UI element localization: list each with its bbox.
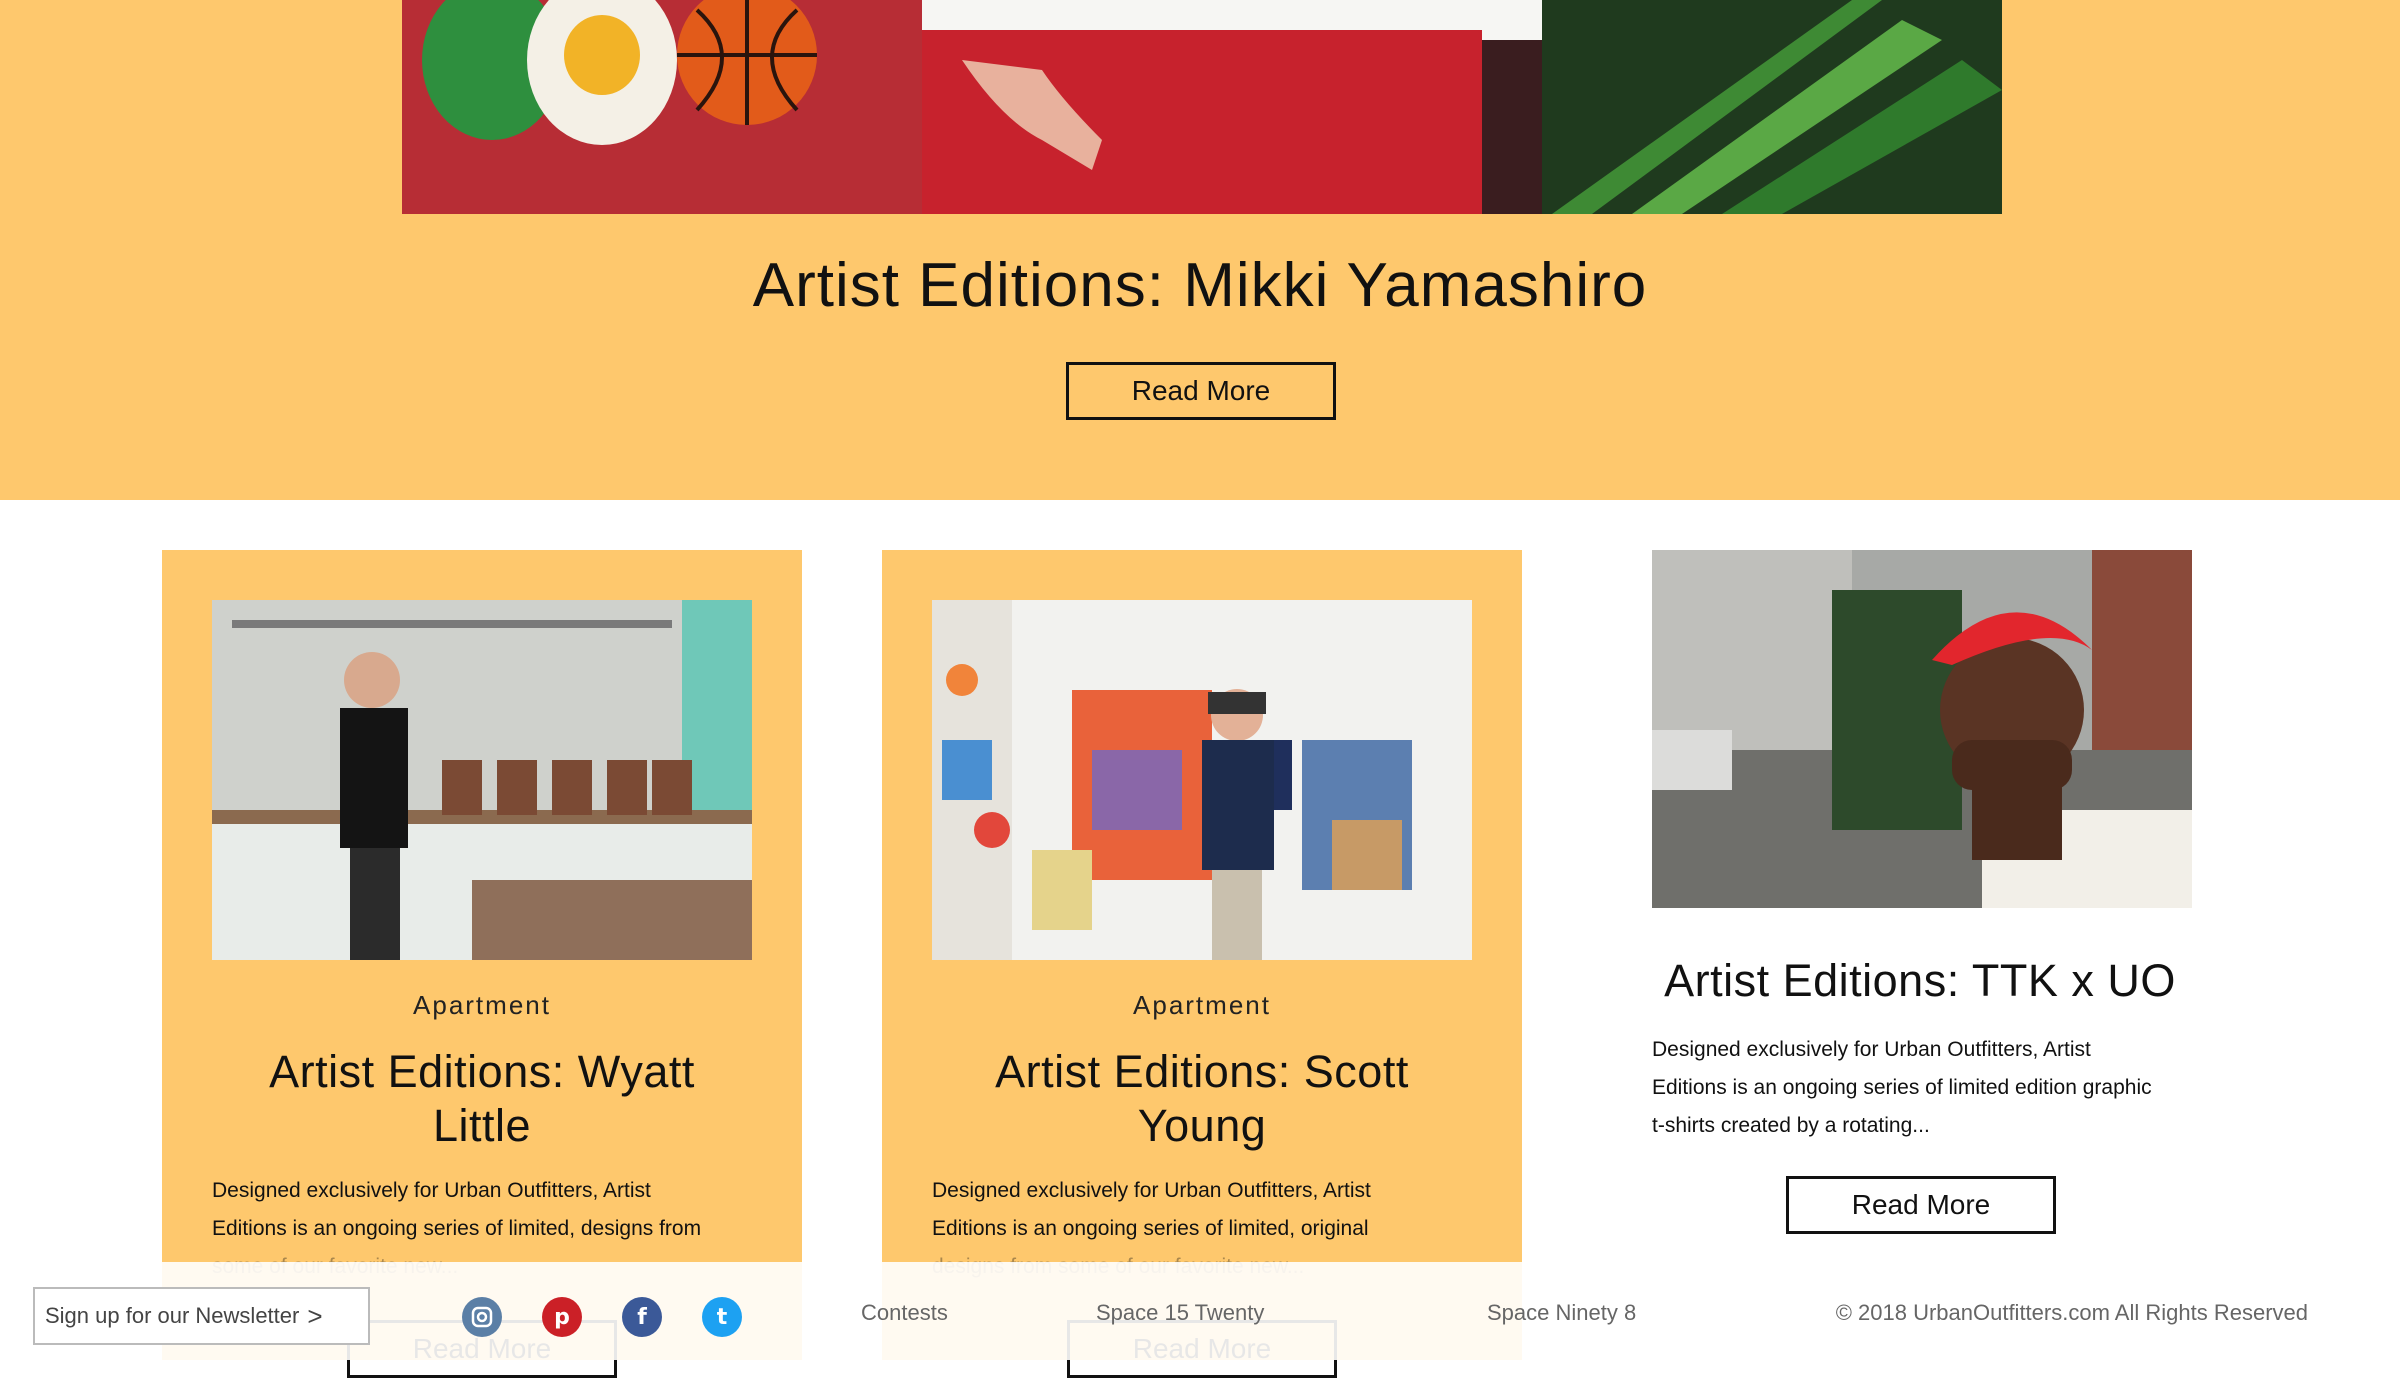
article-title-line: Artist Editions: Wyatt [269,1046,695,1097]
article-category[interactable]: Apartment [162,990,802,1021]
facebook-icon[interactable]: f [622,1297,662,1337]
newsletter-signup-button[interactable]: Sign up for our Newsletter > [33,1287,370,1345]
article-category[interactable]: Apartment [882,990,1522,1021]
hero-title[interactable]: Artist Editions: Mikki Yamashiro [0,250,2400,321]
footer-link-space-ninety-8[interactable]: Space Ninety 8 [1487,1300,1636,1326]
article-title-line: Little [432,1100,532,1151]
article-title[interactable]: Artist Editions: Wyatt Little [212,1045,752,1153]
hero-section: Artist Editions: Mikki Yamashiro Read Mo… [0,0,2400,500]
instagram-icon[interactable] [462,1297,502,1337]
article-image[interactable] [1652,550,2192,908]
article-card-wyatt-little: Apartment Artist Editions: Wyatt Little … [162,550,802,1378]
article-image[interactable] [932,600,1472,960]
article-title-line: Artist Editions: Scott [995,1046,1409,1097]
article-excerpt-line: Editions is an ongoing series of limited… [932,1217,1369,1240]
pinterest-icon[interactable]: p [542,1297,582,1337]
article-image[interactable] [212,600,752,960]
footer-bar: Sign up for our Newsletter > p f t Conte… [0,1262,2400,1360]
article-excerpt-line: Designed exclusively for Urban Outfitter… [932,1179,1371,1202]
article-excerpt-line: Editions is an ongoing series of limited… [1652,1076,2152,1099]
twitter-icon[interactable]: t [702,1297,742,1337]
article-excerpt-line: t-shirts created by a rotating... [1652,1114,1930,1137]
article-card-scott-young: Apartment Artist Editions: Scott Young D… [882,550,1522,1378]
footer-link-contests[interactable]: Contests [861,1300,948,1326]
chevron-right-icon: > [307,1300,323,1331]
hero-read-more-button[interactable]: Read More [1066,362,1336,420]
article-excerpt-line: Designed exclusively for Urban Outfitter… [1652,1038,2091,1061]
article-title[interactable]: Artist Editions: TTK x UO [1600,955,2240,1007]
copyright-notice: © 2018 UrbanOutfitters.com All Rights Re… [1835,1300,2308,1325]
hero-image[interactable] [402,0,2002,214]
article-title-line: Young [1137,1100,1267,1151]
article-excerpt-line: Designed exclusively for Urban Outfitter… [212,1179,651,1202]
footer-link-space-15-twenty[interactable]: Space 15 Twenty [1096,1300,1264,1326]
article-excerpt: Designed exclusively for Urban Outfitter… [1652,1031,2212,1145]
newsletter-label: Sign up for our Newsletter [45,1303,300,1328]
article-title[interactable]: Artist Editions: Scott Young [932,1045,1472,1153]
article-excerpt-line: Editions is an ongoing series of limited… [212,1217,702,1240]
article-read-more-button[interactable]: Read More [1786,1176,2056,1234]
